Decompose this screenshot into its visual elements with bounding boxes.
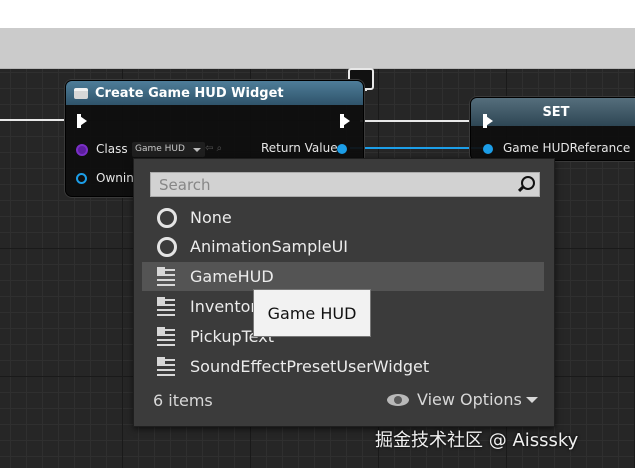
tooltip-text: Game HUD <box>267 303 357 323</box>
chevron-down-icon <box>193 148 201 152</box>
return-value-pin[interactable] <box>337 144 347 154</box>
tooltip: Game HUD <box>253 289 371 337</box>
node-title: Create Game HUD Widget <box>95 85 284 101</box>
widget-blueprint-icon <box>157 356 177 377</box>
exec-out-pin[interactable] <box>340 114 350 128</box>
picker-item-gamehud[interactable]: GameHUD <box>142 262 544 291</box>
widget-blueprint-icon <box>157 296 177 317</box>
search-input[interactable]: Search <box>150 172 540 197</box>
class-pin[interactable] <box>76 144 88 156</box>
exec-wire-out <box>360 120 472 122</box>
return-value-label: Return Value <box>261 141 338 155</box>
search-placeholder: Search <box>159 176 211 194</box>
set-pin-label: Game HUDReferance <box>503 141 631 155</box>
widget-blueprint-icon <box>157 326 177 347</box>
picker-item-label: SoundEffectPresetUserWidget <box>190 357 430 376</box>
picker-item-animationsampleui[interactable]: AnimationSampleUI <box>142 232 544 261</box>
picker-item-label: GameHUD <box>190 267 274 286</box>
picker-item-label: None <box>190 208 232 227</box>
picker-item-soundeffectpresetuserwidget[interactable]: SoundEffectPresetUserWidget <box>142 352 544 381</box>
class-label: Class <box>96 142 128 156</box>
class-dropdown[interactable]: Game HUD <box>132 142 205 157</box>
class-dropdown-value: Game HUD <box>135 144 185 154</box>
picker-item-label: AnimationSampleUI <box>190 237 348 256</box>
set-input-pin[interactable] <box>483 144 493 154</box>
exec-in-pin[interactable] <box>77 114 87 128</box>
picker-item-none[interactable]: None <box>142 203 544 232</box>
radio-icon <box>157 236 177 257</box>
watermark: 掘金技术社区 @ Aisssky <box>375 430 579 451</box>
set-exec-in-pin[interactable] <box>483 114 493 128</box>
item-count: 6 items <box>153 391 213 410</box>
view-options-button[interactable]: View Options <box>387 390 538 409</box>
owning-player-pin[interactable] <box>76 173 87 184</box>
node-header[interactable]: Create Game HUD Widget <box>66 81 363 105</box>
search-icon[interactable] <box>517 176 535 193</box>
set-node-header[interactable]: SET <box>471 98 635 126</box>
browse-icons[interactable]: ⇦ ⌕ <box>205 143 222 154</box>
radio-icon <box>157 207 177 228</box>
set-node-title: SET <box>542 104 570 120</box>
view-options-label: View Options <box>417 390 522 409</box>
eye-icon <box>387 393 409 406</box>
return-value-wire <box>350 147 485 149</box>
exec-wire-in <box>0 119 66 121</box>
picker-item-label: Inventor <box>190 297 257 316</box>
graph-toolbar <box>0 28 635 69</box>
widget-icon <box>74 87 88 99</box>
widget-blueprint-icon <box>157 266 177 287</box>
top-bar <box>0 0 635 28</box>
caret-down-icon <box>525 396 538 403</box>
